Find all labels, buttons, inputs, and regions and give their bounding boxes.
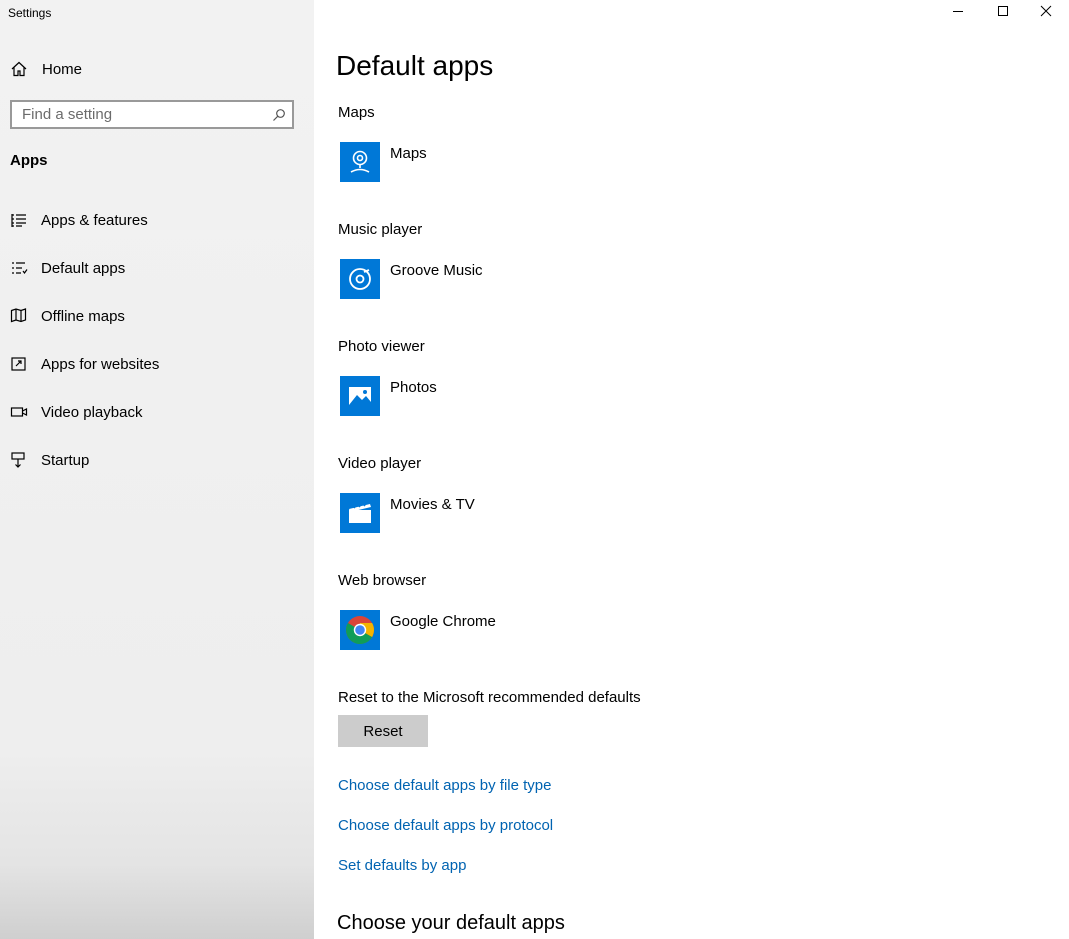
sidebar-nav: Apps & features Default apps Offline map… <box>0 196 314 484</box>
default-app-video[interactable]: Movies & TV <box>340 493 475 533</box>
sidebar-item-default-apps[interactable]: Default apps <box>0 244 314 292</box>
settings-window: Settings Home Apps <box>0 0 1069 939</box>
group-label-video-player: Video player <box>338 455 422 472</box>
sidebar-item-label: Apps & features <box>41 211 148 229</box>
sidebar-item-label: Video playback <box>41 403 143 421</box>
sidebar-item-label: Apps for websites <box>41 355 160 373</box>
default-app-browser[interactable]: Google Chrome <box>340 610 496 650</box>
default-app-photos[interactable]: Photos <box>340 376 437 416</box>
offline-maps-icon <box>10 307 28 325</box>
search-input[interactable] <box>12 106 272 123</box>
sidebar-item-video-playback[interactable]: Video playback <box>0 388 314 436</box>
search-box[interactable] <box>10 100 294 129</box>
link-default-apps-by-protocol[interactable]: Choose default apps by protocol <box>338 817 553 834</box>
group-label-maps: Maps <box>338 104 375 121</box>
home-icon <box>10 60 28 78</box>
apps-for-websites-icon <box>10 355 28 373</box>
search-icon[interactable] <box>272 108 286 122</box>
sidebar-item-offline-maps[interactable]: Offline maps <box>0 292 314 340</box>
section-heading: Apps <box>10 152 48 169</box>
list-icon <box>10 211 28 229</box>
chrome-icon <box>340 610 380 650</box>
sidebar-item-apps-for-websites[interactable]: Apps for websites <box>0 340 314 388</box>
default-apps-icon <box>10 259 28 277</box>
photos-icon <box>340 376 380 416</box>
window-title: Settings <box>8 6 52 20</box>
app-name: Maps <box>390 145 427 162</box>
video-playback-icon <box>10 403 28 421</box>
sidebar-item-label: Offline maps <box>41 307 125 325</box>
page-title: Default apps <box>336 50 494 81</box>
app-name: Groove Music <box>390 262 483 279</box>
sidebar-item-label: Default apps <box>41 259 126 277</box>
reset-button[interactable]: Reset <box>338 715 428 747</box>
group-label-music-player: Music player <box>338 221 423 238</box>
sidebar: Settings Home Apps <box>0 0 314 939</box>
default-app-music[interactable]: Groove Music <box>340 259 483 299</box>
sidebar-item-label: Startup <box>41 451 90 469</box>
section-subheading: Choose your default apps <box>337 912 565 934</box>
startup-icon <box>10 451 28 469</box>
app-name: Photos <box>390 379 437 396</box>
home-label: Home <box>42 60 83 78</box>
main-content: Default apps Maps Maps Music player Groo… <box>314 0 1069 939</box>
link-set-defaults-by-app[interactable]: Set defaults by app <box>338 857 466 874</box>
movies-tv-icon <box>340 493 380 533</box>
reset-label: Reset to the Microsoft recommended defau… <box>338 689 641 706</box>
group-label-photo-viewer: Photo viewer <box>338 338 425 355</box>
sidebar-item-apps-features[interactable]: Apps & features <box>0 196 314 244</box>
app-name: Movies & TV <box>390 496 475 513</box>
home-nav-item[interactable]: Home <box>10 58 82 80</box>
group-label-web-browser: Web browser <box>338 572 427 589</box>
app-name: Google Chrome <box>390 613 496 630</box>
sidebar-item-startup[interactable]: Startup <box>0 436 314 484</box>
maps-app-icon <box>340 142 380 182</box>
groove-music-icon <box>340 259 380 299</box>
link-default-apps-by-file-type[interactable]: Choose default apps by file type <box>338 777 551 794</box>
default-app-maps[interactable]: Maps <box>340 142 427 182</box>
